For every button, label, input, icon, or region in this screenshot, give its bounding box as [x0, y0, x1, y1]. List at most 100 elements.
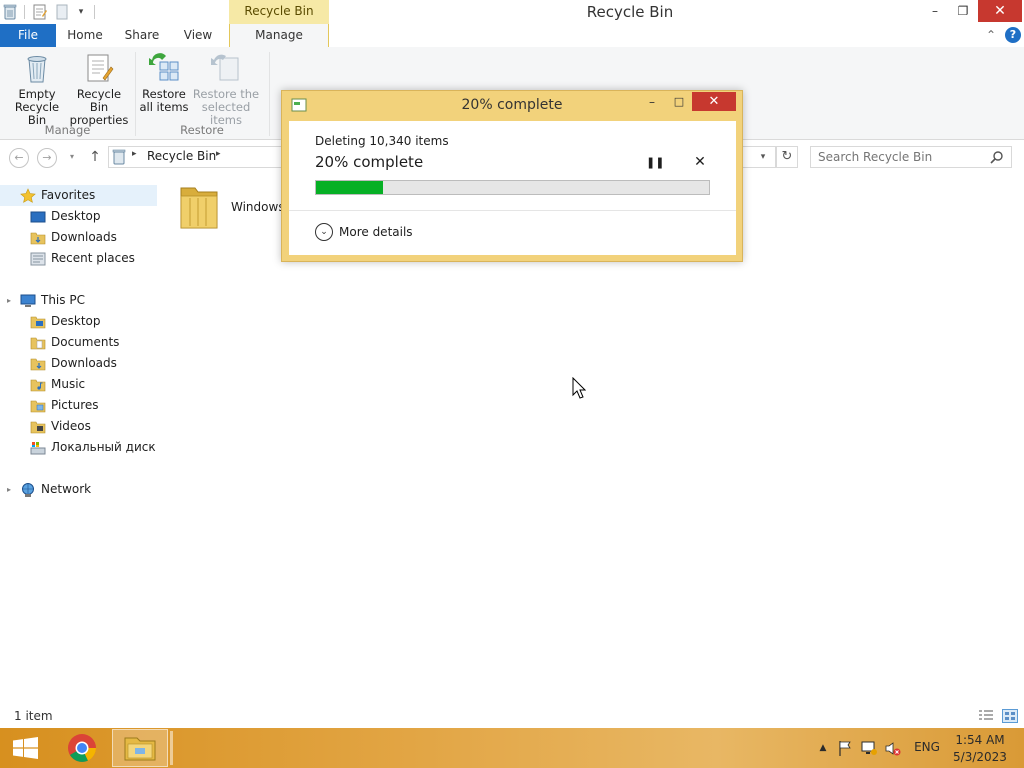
file-explorer-taskbar-icon[interactable] — [112, 729, 168, 767]
downloads-icon — [30, 230, 46, 246]
refresh-button[interactable]: ↻ — [776, 146, 798, 168]
drive-icon — [30, 440, 46, 456]
details-view-icon[interactable] — [978, 709, 994, 723]
tab-home[interactable]: Home — [56, 24, 114, 47]
nav-item-label: Favorites — [41, 188, 96, 202]
dialog-close-button[interactable]: ✕ — [692, 92, 736, 111]
mouse-cursor-icon — [572, 376, 587, 399]
help-icon[interactable]: ? — [1005, 27, 1021, 43]
collapse-ribbon-icon[interactable]: ⌃ — [984, 28, 998, 42]
nav-item-local-disk[interactable]: Локальный диск (C — [0, 437, 157, 458]
progress-bar-fill — [316, 181, 383, 194]
progress-bar — [315, 180, 710, 195]
cancel-operation-button[interactable]: ✕ — [692, 154, 708, 170]
ribbon-group-separator — [269, 52, 270, 136]
nav-item-favorites-desktop[interactable]: Desktop — [0, 206, 157, 227]
new-folder-icon[interactable] — [54, 4, 70, 20]
nav-item-label: Videos — [51, 419, 91, 433]
progress-percent-label: 20% complete — [315, 153, 424, 171]
item-count: 1 item — [14, 709, 53, 723]
file-item-name[interactable]: Windows — [231, 200, 285, 214]
nav-item-favorites-downloads[interactable]: Downloads — [0, 227, 157, 248]
music-icon — [30, 377, 46, 393]
qat-customize-dropdown[interactable]: ▾ — [74, 5, 88, 19]
nav-item-label: This PC — [41, 293, 85, 307]
tab-share[interactable]: Share — [114, 24, 170, 47]
nav-item-label: Desktop — [51, 209, 101, 223]
breadcrumb-recycle-bin[interactable]: Recycle Bin — [147, 149, 216, 163]
tab-manage[interactable]: Manage — [229, 24, 329, 48]
nav-item-this-pc[interactable]: ▸ This PC — [0, 290, 157, 311]
search-input[interactable] — [818, 150, 988, 164]
recycle-bin-properties-label-1: Recycle Bin — [76, 87, 122, 114]
nav-item-pc-downloads[interactable]: Downloads — [0, 353, 157, 374]
restore-button[interactable]: ❐ — [950, 0, 976, 22]
nav-item-music[interactable]: Music — [0, 374, 157, 395]
action-center-flag-icon[interactable] — [836, 738, 854, 758]
address-history-dropdown[interactable]: ▾ — [756, 149, 770, 165]
more-details-link[interactable]: More details — [339, 225, 413, 239]
properties-icon[interactable] — [32, 4, 48, 20]
nav-item-pictures[interactable]: Pictures — [0, 395, 157, 416]
properties-icon — [83, 52, 115, 84]
breadcrumb-chevron-icon[interactable]: ▸ — [132, 149, 137, 159]
documents-icon — [30, 335, 46, 351]
large-icons-view-icon[interactable] — [1002, 709, 1018, 723]
recycle-bin-icon[interactable] — [2, 4, 18, 20]
nav-item-label: Pictures — [51, 398, 99, 412]
input-language-indicator[interactable]: ENG — [910, 740, 944, 754]
nav-item-documents[interactable]: Documents — [0, 332, 157, 353]
breadcrumb-chevron-icon[interactable]: ▸ — [216, 149, 221, 159]
nav-item-recent-places[interactable]: Recent places — [0, 248, 157, 269]
nav-item-videos[interactable]: Videos — [0, 416, 157, 437]
pictures-icon — [30, 398, 46, 414]
restore-selected-items-button[interactable]: Restore the selected items — [188, 52, 264, 127]
restore-all-items-button[interactable]: Restore all items — [138, 52, 190, 114]
volume-muted-icon[interactable] — [884, 738, 902, 758]
recent-places-icon — [30, 251, 46, 267]
folder-icon[interactable] — [178, 182, 220, 232]
nav-item-label: Локальный диск (C — [51, 440, 157, 454]
recent-locations-dropdown[interactable]: ▾ — [66, 150, 78, 164]
desktop-icon — [30, 314, 46, 330]
expand-details-icon[interactable]: ⌄ — [315, 223, 333, 241]
close-button[interactable]: ✕ — [978, 0, 1022, 22]
nav-item-network[interactable]: ▸ Network — [0, 479, 157, 500]
status-bar — [0, 706, 1024, 728]
clock-date[interactable]: 5/3/2023 — [950, 750, 1010, 764]
empty-recycle-bin-button[interactable]: Empty Recycle Bin — [4, 52, 70, 127]
ribbon-group-restore-label: Restore — [180, 123, 224, 137]
windows-start-button[interactable] — [0, 728, 52, 768]
restore-all-label-2: all items — [139, 100, 189, 114]
pause-button[interactable]: ❚❚ — [646, 155, 664, 171]
dialog-divider — [289, 210, 736, 211]
search-icon[interactable] — [990, 150, 1004, 164]
clock-time[interactable]: 1:54 AM — [950, 733, 1010, 747]
qat-separator — [24, 5, 25, 19]
recycle-bin-properties-button[interactable]: Recycle Bin properties — [68, 52, 130, 127]
nav-item-favorites[interactable]: Favorites — [0, 185, 157, 206]
restore-selected-icon — [210, 52, 242, 84]
show-hidden-icons-button[interactable]: ▲ — [814, 738, 832, 758]
expand-icon[interactable]: ▸ — [7, 479, 11, 500]
nav-item-label: Music — [51, 377, 86, 391]
desktop-icon — [30, 209, 46, 225]
minimize-button[interactable]: – — [920, 0, 950, 22]
dialog-maximize-button[interactable]: □ — [667, 92, 691, 112]
forward-button[interactable]: → — [37, 148, 57, 168]
downloads-icon — [30, 356, 46, 372]
back-button[interactable]: ← — [9, 148, 29, 168]
nav-item-pc-desktop[interactable]: Desktop — [0, 311, 157, 332]
nav-item-label: Downloads — [51, 230, 117, 244]
expand-icon[interactable]: ▸ — [7, 290, 11, 311]
computer-icon — [20, 293, 36, 309]
tab-view[interactable]: View — [170, 24, 226, 47]
network-status-icon[interactable] — [860, 738, 878, 758]
dialog-minimize-button[interactable]: – — [640, 92, 664, 112]
chrome-taskbar-icon[interactable] — [54, 729, 110, 767]
taskbar-separator — [170, 731, 173, 765]
tab-file[interactable]: File — [0, 24, 56, 47]
up-button[interactable]: ↑ — [86, 148, 104, 166]
window-title: Recycle Bin — [586, 3, 674, 21]
nav-item-label: Network — [41, 482, 92, 496]
